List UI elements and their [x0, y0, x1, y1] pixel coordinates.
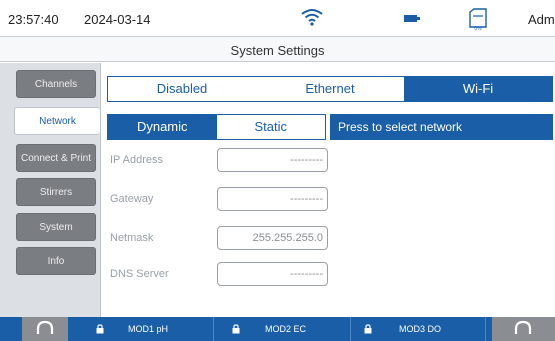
module-label: MOD2 EC [265, 324, 307, 334]
module-tab-1[interactable]: MOD1 pH [88, 317, 214, 341]
dns-server-label: DNS Server [110, 268, 169, 280]
netmask-field[interactable]: 255.255.255.0 [217, 226, 328, 250]
status-bar: 23:57:40 2024-03-14 0% Admin [0, 0, 555, 36]
ip-mode-selector: Dynamic Static [107, 114, 326, 140]
gateway-label: Gateway [110, 193, 154, 205]
status-time: 23:57:40 [8, 12, 59, 27]
lock-icon [364, 324, 372, 334]
sidebar-item-stirrers[interactable]: Stirrers [16, 178, 96, 206]
network-mode-ethernet[interactable]: Ethernet [256, 77, 404, 101]
sidebar-item-network[interactable]: Network [14, 107, 100, 135]
ip-mode-dynamic[interactable]: Dynamic [108, 115, 217, 139]
module-tab-3[interactable]: MOD3 DO [356, 317, 486, 341]
dns-server-field[interactable]: --------- [217, 262, 328, 286]
sidebar-item-system[interactable]: System [16, 213, 96, 241]
title-bar: System Settings [0, 36, 555, 62]
network-mode-disabled[interactable]: Disabled [108, 77, 256, 101]
lock-icon [232, 324, 240, 334]
sidebar-item-info[interactable]: Info [16, 247, 96, 275]
bottom-bar: MOD1 pH MOD2 EC MOD3 DO [0, 317, 555, 341]
ip-mode-static[interactable]: Static [217, 115, 326, 139]
left-nav-button[interactable] [22, 317, 68, 341]
module-label: MOD3 DO [399, 324, 442, 334]
netmask-label: Netmask [110, 232, 154, 244]
network-mode-wifi[interactable]: Wi-Fi [404, 77, 552, 101]
headset-icon [36, 320, 54, 334]
module-tab-2[interactable]: MOD2 EC [224, 317, 351, 341]
select-network-button[interactable]: Press to select network [330, 114, 553, 140]
module-label: MOD1 pH [128, 324, 169, 334]
ip-address-field[interactable]: --------- [217, 148, 328, 172]
lock-icon [96, 324, 104, 334]
sidebar-item-connect-print[interactable]: Connect & Print [16, 144, 96, 172]
headset-icon [514, 320, 532, 334]
right-nav-button[interactable] [492, 317, 555, 341]
battery-icon [404, 15, 420, 22]
sidebar-item-channels[interactable]: Channels [16, 70, 96, 98]
network-settings-panel: Disabled Ethernet Wi-Fi Dynamic Static P… [100, 63, 555, 317]
storage-percent: 0% [474, 26, 482, 32]
wifi-icon [301, 9, 323, 26]
status-date: 2024-03-14 [84, 12, 151, 27]
gateway-field[interactable]: --------- [217, 187, 328, 211]
network-mode-selector: Disabled Ethernet Wi-Fi [107, 76, 553, 102]
page-title: System Settings [230, 43, 325, 58]
sidebar: Channels Network Connect & Print Stirrer… [0, 63, 100, 317]
user-name[interactable]: Admin [528, 12, 555, 27]
ip-address-label: IP Address [110, 154, 163, 166]
